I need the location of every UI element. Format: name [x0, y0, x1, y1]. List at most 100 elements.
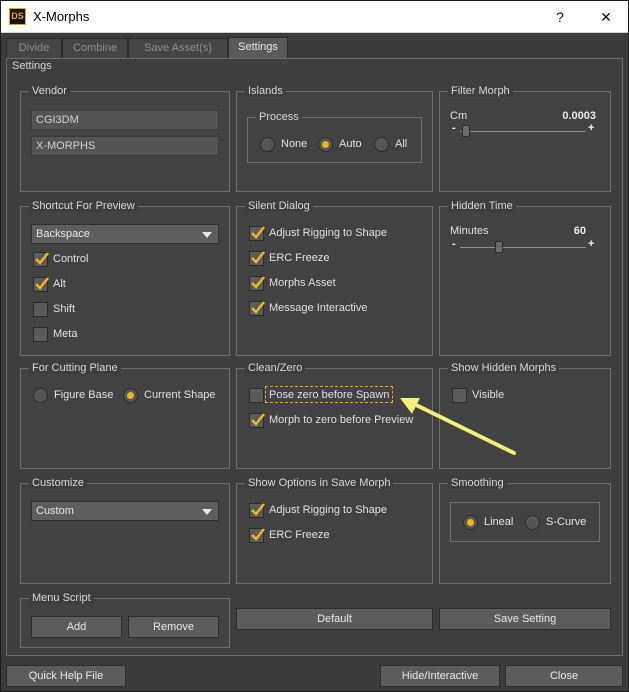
filter-morph-value: 0.0003 [562, 110, 596, 122]
checkbox-box [249, 276, 265, 291]
islands-title: Islands [245, 85, 286, 97]
annotation-arrow-icon [400, 398, 516, 455]
chevron-down-icon [202, 232, 212, 238]
radio-dot [463, 515, 478, 530]
vendor-title: Vendor [29, 85, 70, 97]
checkmark-icon [251, 503, 265, 516]
settings-panel-title: Settings [12, 60, 52, 72]
save-setting-button[interactable]: Save Setting [439, 608, 611, 630]
quick-help-file-button[interactable]: Quick Help File [6, 665, 126, 687]
hidden-time-slider-track[interactable] [460, 247, 586, 248]
show-options-title: Show Options in Save Morph [245, 477, 394, 489]
vendor-field-2[interactable]: X-MORPHS [31, 136, 219, 156]
process-group: Process None Auto All [247, 111, 422, 163]
radio-label: S-Curve [546, 516, 587, 528]
filter-morph-unit: Cm [450, 110, 468, 122]
hidden-time-value: 60 [573, 225, 586, 237]
hidden-time-slider-thumb[interactable] [495, 241, 504, 253]
checkbox-label: Meta [53, 328, 78, 340]
customize-title: Customize [29, 477, 87, 489]
radio-dot [123, 388, 138, 403]
checkmark-icon [251, 251, 265, 264]
checkbox-box [33, 327, 48, 342]
checkbox-label: ERC Freeze [269, 529, 330, 541]
customize-dropdown[interactable]: Custom [31, 501, 219, 521]
checkmark-icon [251, 528, 265, 541]
checkmark-icon [251, 301, 265, 314]
plus-icon: + [588, 122, 595, 134]
radio-label: All [395, 138, 408, 150]
smoothing-title: Smoothing [448, 477, 507, 489]
checkbox-label: Adjust Rigging to Shape [269, 504, 388, 516]
checkbox-label: ERC Freeze [269, 252, 330, 264]
radio-label: Lineal [484, 516, 514, 528]
filter-morph-slider-thumb[interactable] [462, 125, 471, 137]
remove-button[interactable]: Remove [128, 616, 219, 638]
checkbox-box [33, 277, 49, 292]
window-title: X-Morphs [33, 9, 90, 24]
checkbox-box [249, 528, 265, 543]
checkmark-icon [251, 226, 265, 239]
radio-dot [525, 515, 540, 530]
checkbox-label: Alt [53, 278, 66, 290]
radio-dot [374, 137, 389, 152]
hidden-time-unit: Minutes [450, 225, 489, 237]
checkbox-box [249, 251, 265, 266]
add-button[interactable]: Add [31, 616, 122, 638]
tab-save-assets[interactable]: Save Asset(s) [128, 38, 228, 58]
checkbox-box [249, 503, 265, 518]
customize-group: Customize Custom [20, 477, 230, 584]
tab-settings[interactable]: Settings [228, 37, 288, 59]
radio-label: Figure Base [54, 389, 114, 401]
menu-script-group: Menu Script Add Remove [20, 592, 230, 648]
tab-divide[interactable]: Divide [6, 38, 62, 58]
radio-label: Auto [339, 138, 362, 150]
minus-icon: - [452, 122, 456, 134]
checkbox-box [33, 302, 48, 317]
filter-morph-group: Filter Morph Cm 0.0003 - + [439, 85, 611, 192]
checkbox-box [33, 252, 49, 267]
checkbox-label: Message Interactive [269, 302, 368, 314]
checkmark-icon [35, 252, 49, 265]
checkbox-label: Shift [53, 303, 76, 315]
title-bar: DS X-Morphs ? ✕ [1, 1, 628, 33]
checkmark-icon [251, 276, 265, 289]
shortcut-title: Shortcut For Preview [29, 200, 138, 212]
close-window-button[interactable]: ✕ [588, 5, 624, 29]
hidden-time-group: Hidden Time Minutes 60 - + [439, 200, 611, 356]
vendor-field-1[interactable]: CGI3DM [31, 110, 219, 130]
checkbox-box [249, 301, 265, 316]
radio-dot [33, 388, 48, 403]
shortcut-key-dropdown[interactable]: Backspace [31, 224, 219, 244]
silent-dialog-title: Silent Dialog [245, 200, 313, 212]
checkmark-icon [251, 413, 265, 426]
checkbox-label: Morph to zero before Preview [269, 414, 414, 426]
hide-interactive-button[interactable]: Hide/Interactive [380, 665, 500, 687]
radio-dot [318, 137, 333, 152]
show-hidden-morphs-title: Show Hidden Morphs [448, 362, 560, 374]
radio-label: None [281, 138, 308, 150]
dropdown-value: Custom [36, 505, 74, 517]
dropdown-value: Backspace [36, 228, 90, 240]
chevron-down-icon [202, 509, 212, 515]
checkbox-label: Adjust Rigging to Shape [269, 227, 388, 239]
default-button[interactable]: Default [236, 608, 433, 630]
smoothing-group: Smoothing Lineal S-Curve [439, 477, 611, 584]
checkbox-label: Morphs Asset [269, 277, 336, 289]
checkbox-box [249, 413, 265, 428]
minus-icon: - [452, 238, 456, 250]
help-button[interactable]: ? [542, 5, 578, 29]
islands-group: Islands Process None Auto All [236, 85, 433, 192]
checkbox-box [249, 388, 264, 403]
process-title: Process [256, 111, 302, 123]
hidden-time-title: Hidden Time [448, 200, 516, 212]
filter-morph-title: Filter Morph [448, 85, 513, 97]
close-button[interactable]: Close [505, 665, 623, 687]
shortcut-group: Shortcut For Preview Backspace Control A… [20, 200, 230, 356]
x-morphs-window: DS X-Morphs ? ✕ Divide Combine Save Asse… [0, 0, 629, 692]
menu-script-title: Menu Script [29, 592, 94, 604]
tab-combine[interactable]: Combine [62, 38, 128, 58]
show-options-group: Show Options in Save Morph Adjust Riggin… [236, 477, 433, 584]
filter-morph-slider-track[interactable] [460, 131, 586, 132]
plus-icon: + [588, 238, 595, 250]
